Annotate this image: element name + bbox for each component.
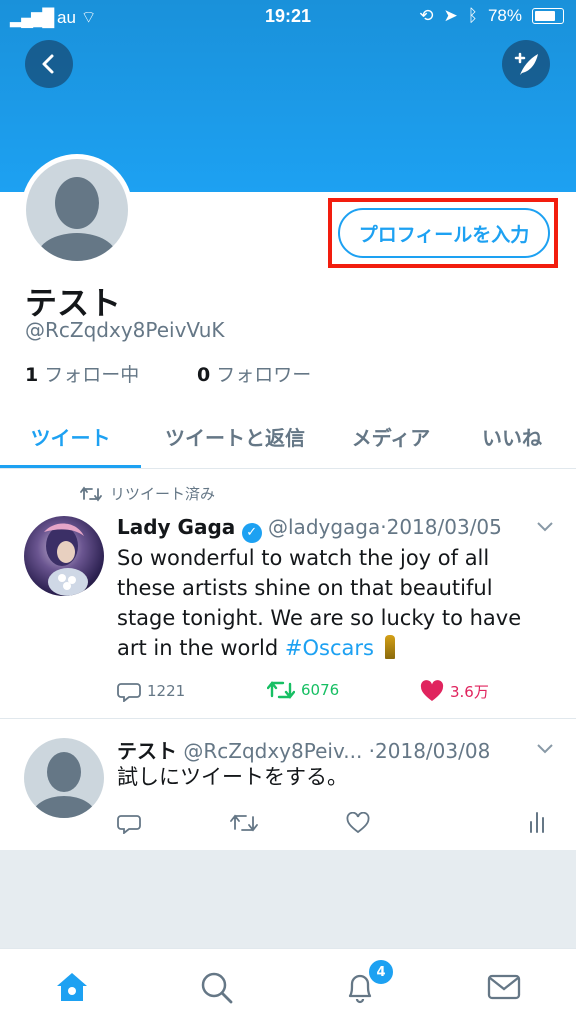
divider <box>0 718 576 719</box>
home-icon <box>57 973 87 1001</box>
home-tab[interactable] <box>52 967 92 1007</box>
tweet-author-handle[interactable]: @ladygaga <box>268 515 380 539</box>
search-icon <box>201 972 233 1004</box>
following-count[interactable]: 1 フォロー中 <box>25 360 139 387</box>
profile-avatar[interactable] <box>21 154 133 266</box>
notification-badge: 4 <box>367 958 395 986</box>
default-avatar-icon <box>32 752 96 818</box>
tweet-menu-button[interactable] <box>536 740 554 759</box>
tweet-author-name[interactable]: テスト <box>117 739 177 763</box>
retweet-button[interactable] <box>230 813 258 833</box>
messages-tab[interactable] <box>484 967 524 1007</box>
followers-count[interactable]: 0 フォロワー <box>197 360 311 387</box>
profile-handle: @RcZqdxy8PeivVuK <box>25 318 225 342</box>
chevron-down-icon <box>537 522 553 532</box>
location-icon: ➤ <box>443 6 458 25</box>
like-button[interactable] <box>346 812 370 834</box>
hashtag-link[interactable]: #Oscars <box>285 636 374 660</box>
profile-tabs: ツイート ツイートと返信 メディア いいね <box>0 408 576 469</box>
retweet-icon <box>230 814 258 832</box>
tweet-author-name[interactable]: Lady Gaga <box>117 515 235 539</box>
mail-icon <box>487 974 521 1000</box>
back-button[interactable] <box>25 40 73 88</box>
retweet-button[interactable]: 6076 <box>267 680 339 700</box>
retweet-count: 6076 <box>301 681 340 699</box>
tweet-header: テスト @RcZqdxy8Peiv... ·2018/03/08 <box>117 735 490 764</box>
tweet-date: ·2018/03/05 <box>380 515 502 539</box>
oscar-emoji-icon <box>384 635 395 659</box>
tab-likes[interactable]: いいね <box>462 408 562 465</box>
tweet-header: Lady Gaga ✓ @ladygaga·2018/03/05 <box>117 515 502 543</box>
avatar[interactable] <box>24 738 104 818</box>
heart-icon <box>346 812 370 834</box>
chevron-left-icon <box>42 54 54 74</box>
avatar[interactable] <box>24 516 104 596</box>
tweet-date: ·2018/03/08 <box>368 739 491 763</box>
tab-tweets[interactable]: ツイート <box>0 408 141 468</box>
compose-feather-icon <box>514 52 538 75</box>
bottom-tab-bar <box>0 948 576 1025</box>
reply-icon <box>117 815 141 834</box>
retweet-icon <box>80 486 102 501</box>
heart-icon <box>420 680 444 701</box>
search-tab[interactable] <box>196 967 236 1007</box>
like-button[interactable]: 3.6万 <box>420 680 489 702</box>
reply-count: 1221 <box>147 682 186 700</box>
reply-icon <box>117 683 141 702</box>
edit-profile-button[interactable]: プロフィールを入力 <box>338 208 550 258</box>
battery-icon <box>532 8 564 24</box>
chevron-down-icon <box>537 744 553 754</box>
reply-button[interactable] <box>117 812 141 834</box>
lock-rotation-icon: ⟲ <box>419 6 434 25</box>
like-count: 3.6万 <box>450 682 489 701</box>
battery-percent: 78% <box>487 6 522 25</box>
status-right: ⟲ ➤ ᛒ 78% <box>419 6 564 26</box>
tweet-author-handle[interactable]: @RcZqdxy8Peiv... <box>183 739 362 763</box>
analytics-icon <box>530 812 544 833</box>
bluetooth-icon: ᛒ <box>467 6 478 25</box>
timeline-end-area <box>0 850 576 950</box>
tab-media[interactable]: メディア <box>333 408 449 465</box>
compose-tweet-button[interactable] <box>502 40 550 88</box>
status-bar: ▂▄▆█ au ⌔ 19:21 ⟲ ➤ ᛒ 78% <box>0 0 576 36</box>
verified-icon: ✓ <box>241 523 262 543</box>
tweet-text: So wonderful to watch the joy of all the… <box>117 546 522 660</box>
analytics-button[interactable] <box>528 810 546 834</box>
retweet-indicator: リツイート済み <box>80 483 215 504</box>
tab-tweets-and-replies[interactable]: ツイートと返信 <box>150 408 320 465</box>
default-avatar-icon <box>26 159 128 261</box>
tweet-menu-button[interactable] <box>536 518 554 537</box>
tweet-text: 試しにツイートをする。 <box>117 765 348 789</box>
retweet-icon <box>267 681 295 699</box>
reply-button[interactable]: 1221 <box>117 680 185 702</box>
